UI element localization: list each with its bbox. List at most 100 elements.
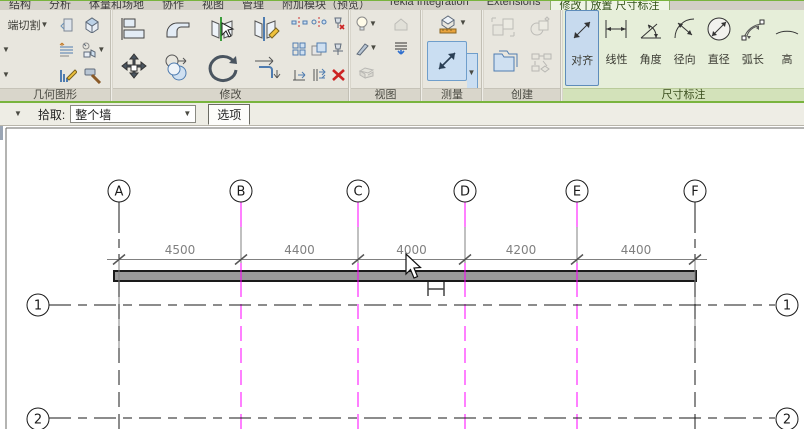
panel-label-measure: 测量 (423, 88, 481, 101)
panel-geometry: 端切割 ▼ ▼ ▼ (0, 10, 110, 101)
dimension-settings-button[interactable]: ▼ (437, 12, 467, 34)
dimension-button-label: 线性 (605, 51, 627, 67)
unpin-icon (330, 16, 346, 30)
chevron-down-icon: ▼ (41, 21, 49, 29)
trim-extend-corner-button[interactable] (290, 62, 309, 87)
chevron-down-icon: ▼ (369, 20, 377, 28)
type-selector-arrow-icon[interactable]: ▼ (14, 110, 22, 118)
dimension-button-1[interactable]: 线性 (599, 10, 633, 86)
panel-modify: 修改 (113, 10, 348, 101)
tab-5[interactable]: 管理 (233, 1, 273, 10)
dimension-button-label: 角度 (640, 51, 662, 67)
linework-button[interactable]: ▼ (351, 36, 381, 60)
create-group-button[interactable] (488, 13, 520, 43)
cut-geometry-icon (60, 17, 76, 33)
dimension-button-3[interactable]: 径向 (668, 10, 702, 86)
tab-4[interactable]: 视图 (193, 1, 233, 10)
drawing-area[interactable]: ABCDEF450044004000420044001122 (0, 126, 804, 429)
delete-icon (331, 68, 346, 82)
dimension-button-label: 直径 (708, 51, 730, 67)
house-icon (393, 17, 409, 31)
split-gap-icon (252, 15, 282, 43)
panel-label-geometry: 几何图形 (0, 88, 110, 101)
wall[interactable] (114, 271, 696, 281)
folders-icon (490, 48, 522, 76)
unjoin-geometry-button[interactable]: ▼ (79, 39, 108, 61)
join-geometry-button[interactable] (80, 14, 104, 36)
mirror-draw-axis-button[interactable] (310, 10, 329, 35)
grid-bubble-label: 2 (34, 413, 42, 428)
trim-extend-multi-button[interactable] (310, 62, 329, 87)
dimension-value[interactable]: 4400 (621, 243, 652, 257)
tab-2[interactable]: 体量和场地 (80, 1, 153, 10)
reveal-hidden-button[interactable]: ▼ (351, 12, 381, 36)
pick-select[interactable]: 整个墙 ▼ (70, 105, 196, 123)
pin-button[interactable] (329, 36, 348, 61)
dimension-button-5[interactable]: 弧长 (736, 10, 770, 86)
grid-bubble-label: D (460, 185, 470, 200)
delete-button[interactable] (329, 62, 348, 87)
wall-layers-button[interactable] (55, 39, 79, 61)
dimension-value[interactable]: 4200 (506, 243, 537, 257)
dimension-value[interactable]: 4400 (284, 243, 315, 257)
tab-6[interactable]: 附加模块（预览） (273, 1, 379, 10)
array-button[interactable] (290, 36, 309, 61)
split-with-gap-button[interactable] (246, 10, 288, 48)
unpin-button[interactable] (329, 10, 348, 35)
active-tab-topline (0, 0, 804, 1)
create-similar-button[interactable] (488, 46, 524, 78)
dimension-value[interactable]: 4500 (165, 243, 196, 257)
mirror-pick-axis-button[interactable] (290, 10, 309, 35)
dimension-cursor-badge (428, 282, 444, 296)
options-button[interactable]: 选项 (208, 104, 250, 125)
demolish-button[interactable] (80, 63, 104, 87)
tab-7[interactable]: Tekla Integration (379, 1, 478, 10)
tab-0[interactable]: 结构 (0, 1, 40, 10)
dimension-button-6[interactable]: 高 (770, 10, 804, 86)
create-assembly-button[interactable] (524, 13, 556, 43)
offset-icon (251, 53, 283, 83)
panel-measure: ▼ ▼ 测量 (423, 10, 481, 101)
cope-button[interactable] (157, 10, 199, 48)
dimension-button-4[interactable]: 直径 (702, 10, 736, 86)
align-icon (119, 15, 149, 43)
tab-3[interactable]: 协作 (153, 1, 193, 10)
measure-button[interactable] (427, 41, 467, 81)
arclength-dim-icon (740, 16, 766, 42)
dimension-button-2[interactable]: 角度 (634, 10, 668, 86)
chevron-down-icon[interactable]: ▼ (2, 46, 10, 54)
chevron-down-icon[interactable]: ▼ (2, 71, 10, 79)
dimension-button-0[interactable]: 对齐 (565, 10, 599, 86)
diameter-dim-icon (706, 16, 732, 42)
move-button[interactable] (113, 49, 155, 87)
dimension-value[interactable]: 4000 (396, 243, 427, 257)
split-element-button[interactable] (202, 10, 244, 48)
tab-1[interactable]: 分析 (40, 1, 80, 10)
tab-8[interactable]: Extensions (478, 1, 550, 10)
copy-button[interactable] (157, 49, 199, 87)
split-icon (208, 15, 238, 43)
scale-button[interactable] (310, 36, 329, 61)
crate-icon (358, 66, 375, 79)
linear-dim-icon (603, 16, 629, 42)
grid-bubble-label: B (237, 185, 246, 200)
scroll-nub (0, 126, 3, 140)
end-cut-button[interactable]: 端切割 ▼ (0, 17, 56, 33)
align-button[interactable] (113, 10, 155, 48)
default-3d-view-button[interactable] (386, 12, 416, 36)
edit-profile-button[interactable] (56, 63, 80, 87)
pick-new-host-button[interactable] (528, 48, 556, 80)
wall-layers-icon (58, 42, 75, 58)
dimension-button-label: 高 (781, 51, 792, 67)
measure-dropdown[interactable]: ▼ (467, 53, 478, 88)
displace-elements-button[interactable] (351, 60, 381, 84)
rotate-button[interactable] (202, 49, 244, 87)
pin-icon (331, 42, 345, 56)
panel-label-view: 视图 (351, 88, 420, 101)
grid-bubble-label: F (691, 185, 698, 200)
cut-geometry-button[interactable] (56, 14, 80, 36)
tab-9[interactable]: 修改 | 放置 尺寸标注 (550, 1, 670, 10)
assembly-icon (527, 15, 553, 41)
override-graphics-button[interactable] (386, 36, 416, 60)
offset-button[interactable] (246, 49, 288, 87)
